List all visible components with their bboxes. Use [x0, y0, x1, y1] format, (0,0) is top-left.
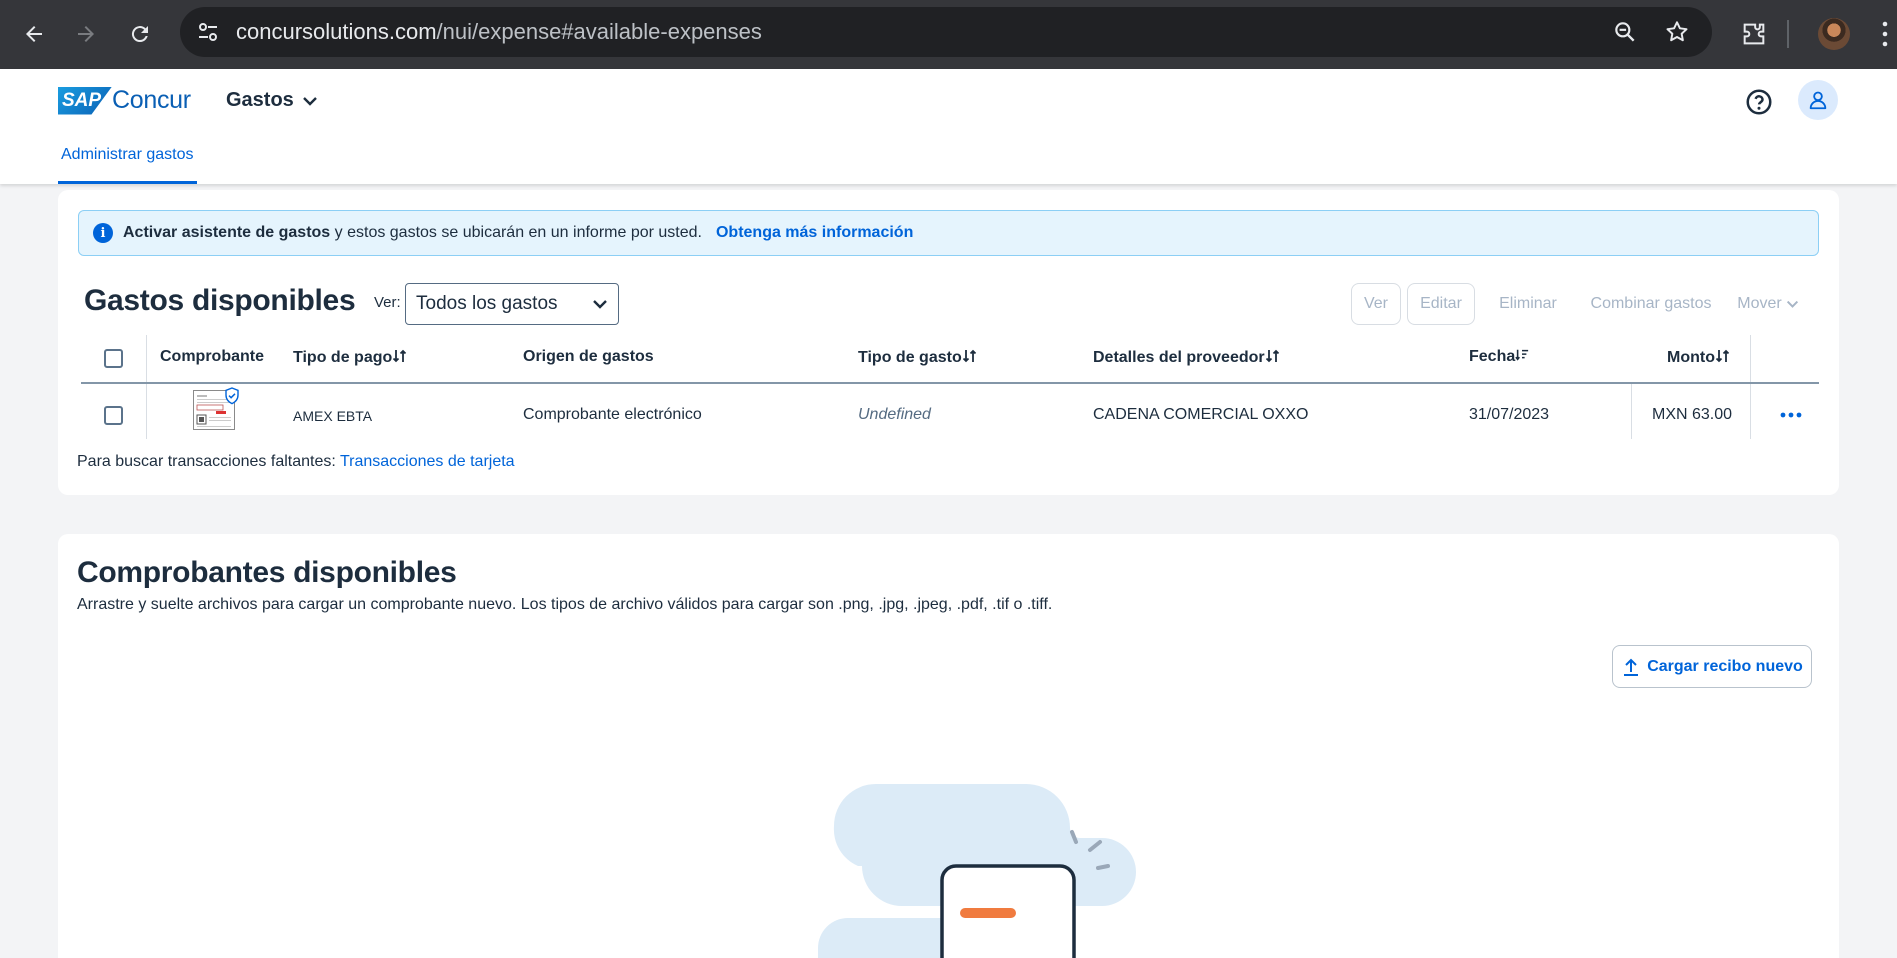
tab-administrar-gastos[interactable]: Administrar gastos — [58, 146, 197, 184]
select-all-checkbox[interactable] — [104, 349, 123, 368]
column-header-vendor-label: Detalles del proveedor — [1093, 349, 1265, 366]
chevron-down-icon — [302, 96, 317, 106]
reload-icon[interactable] — [120, 14, 160, 54]
move-button[interactable]: Mover — [1731, 283, 1805, 325]
receipts-description: Arrastre y suelte archivos para cargar u… — [77, 596, 1053, 613]
banner-bold-text: Activar asistente de gastos — [123, 224, 331, 241]
more-actions-icon[interactable] — [1780, 412, 1802, 418]
sort-icon — [1265, 349, 1279, 363]
column-header-date-label: Fecha — [1469, 348, 1516, 365]
learn-more-link[interactable]: Obtenga más información — [716, 224, 913, 242]
browser-toolbar: concursolutions.com/nui/expense#availabl… — [0, 0, 1897, 69]
available-expenses-title: Gastos disponibles — [84, 284, 356, 317]
view-button[interactable]: Ver — [1351, 283, 1401, 325]
move-button-label: Mover — [1737, 295, 1782, 312]
cell-expense-type: Undefined — [858, 406, 931, 423]
browser-menu-icon[interactable] — [1880, 16, 1890, 52]
zoom-icon[interactable] — [1612, 19, 1638, 45]
column-header-payment-type-label: Tipo de pago — [293, 349, 393, 366]
column-divider — [146, 335, 147, 439]
bookmark-star-icon[interactable] — [1664, 19, 1690, 45]
cell-date: 31/07/2023 — [1469, 406, 1550, 423]
cell-amount: MXN 63.00 — [1652, 406, 1733, 423]
column-header-amount[interactable]: Monto — [1667, 348, 1731, 367]
banner-text: Activar asistente de gastos y estos gast… — [123, 224, 702, 242]
column-divider — [1631, 383, 1632, 439]
column-header-amount-label: Monto — [1667, 349, 1715, 366]
chevron-down-icon — [593, 300, 607, 309]
chevron-down-icon — [1786, 300, 1798, 308]
profile-avatar[interactable] — [1818, 18, 1850, 50]
user-icon — [1809, 91, 1827, 110]
sort-descending-icon — [1515, 349, 1529, 361]
upload-icon — [1624, 658, 1639, 676]
cell-origin: Comprobante electrónico — [523, 406, 702, 423]
upload-illustration — [818, 784, 1136, 958]
column-header-vendor[interactable]: Detalles del proveedor — [1093, 348, 1281, 367]
address-bar[interactable]: concursolutions.com/nui/expense#availabl… — [180, 7, 1712, 57]
sort-icon — [1715, 349, 1730, 363]
toolbar-divider — [1787, 20, 1789, 48]
expense-assistant-banner: i Activar asistente de gastos y estos ga… — [78, 210, 1819, 256]
module-label: Gastos — [226, 89, 294, 111]
column-header-payment-type[interactable]: Tipo de pago — [293, 348, 408, 367]
sap-logo-mark: SAP — [58, 86, 112, 115]
available-receipts-title: Comprobantes disponibles — [77, 556, 457, 589]
concur-wordmark: Concur — [112, 86, 191, 114]
banner-body-text: y estos gastos se ubicarán en un informe… — [330, 224, 702, 241]
table-header-divider — [81, 382, 1819, 384]
verified-shield-icon — [225, 387, 239, 405]
extensions-icon[interactable] — [1740, 20, 1768, 48]
cell-payment-type: AMEX EBTA — [293, 408, 373, 424]
sap-concur-logo[interactable]: SAP Concur — [58, 86, 191, 115]
back-icon[interactable] — [14, 14, 54, 54]
column-header-expense-type-label: Tipo de gasto — [858, 349, 962, 366]
edit-button[interactable]: Editar — [1407, 283, 1475, 325]
sort-icon — [962, 349, 976, 363]
sort-icon — [393, 349, 407, 363]
site-settings-icon[interactable] — [196, 20, 220, 44]
cell-vendor: CADENA COMERCIAL OXXO — [1093, 406, 1309, 423]
app-header: SAP Concur Gastos Administrar gastos — [0, 69, 1897, 184]
view-label: Ver: — [374, 294, 401, 311]
column-header-date[interactable]: Fecha — [1469, 348, 1529, 366]
user-profile-button[interactable] — [1798, 80, 1838, 120]
available-expenses-card: i Activar asistente de gastos y estos ga… — [58, 190, 1839, 495]
column-header-expense-type[interactable]: Tipo de gasto — [858, 348, 978, 367]
row-checkbox[interactable] — [104, 406, 123, 425]
column-header-receipt: Comprobante — [160, 348, 264, 365]
available-receipts-card: Comprobantes disponibles Arrastre y suel… — [58, 534, 1839, 958]
column-header-origin: Origen de gastos — [523, 348, 654, 365]
combine-expenses-button[interactable]: Combinar gastos — [1578, 283, 1724, 325]
view-select[interactable]: Todos los gastos — [405, 283, 619, 325]
column-divider — [1750, 335, 1751, 439]
card-transactions-link[interactable]: Transacciones de tarjeta — [340, 453, 515, 470]
module-menu[interactable]: Gastos — [226, 89, 318, 112]
upload-receipt-label: Cargar recibo nuevo — [1647, 657, 1803, 675]
missing-transactions-hint: Para buscar transacciones faltantes: Tra… — [77, 453, 515, 471]
url-text: concursolutions.com/nui/expense#availabl… — [236, 19, 762, 44]
delete-button[interactable]: Eliminar — [1486, 283, 1570, 325]
hint-text: Para buscar transacciones faltantes: — [77, 453, 340, 470]
forward-icon[interactable] — [66, 14, 106, 54]
help-icon[interactable] — [1744, 87, 1774, 117]
info-icon: i — [93, 223, 113, 243]
upload-receipt-button[interactable]: Cargar recibo nuevo — [1612, 645, 1812, 688]
view-select-value: Todos los gastos — [416, 293, 558, 314]
